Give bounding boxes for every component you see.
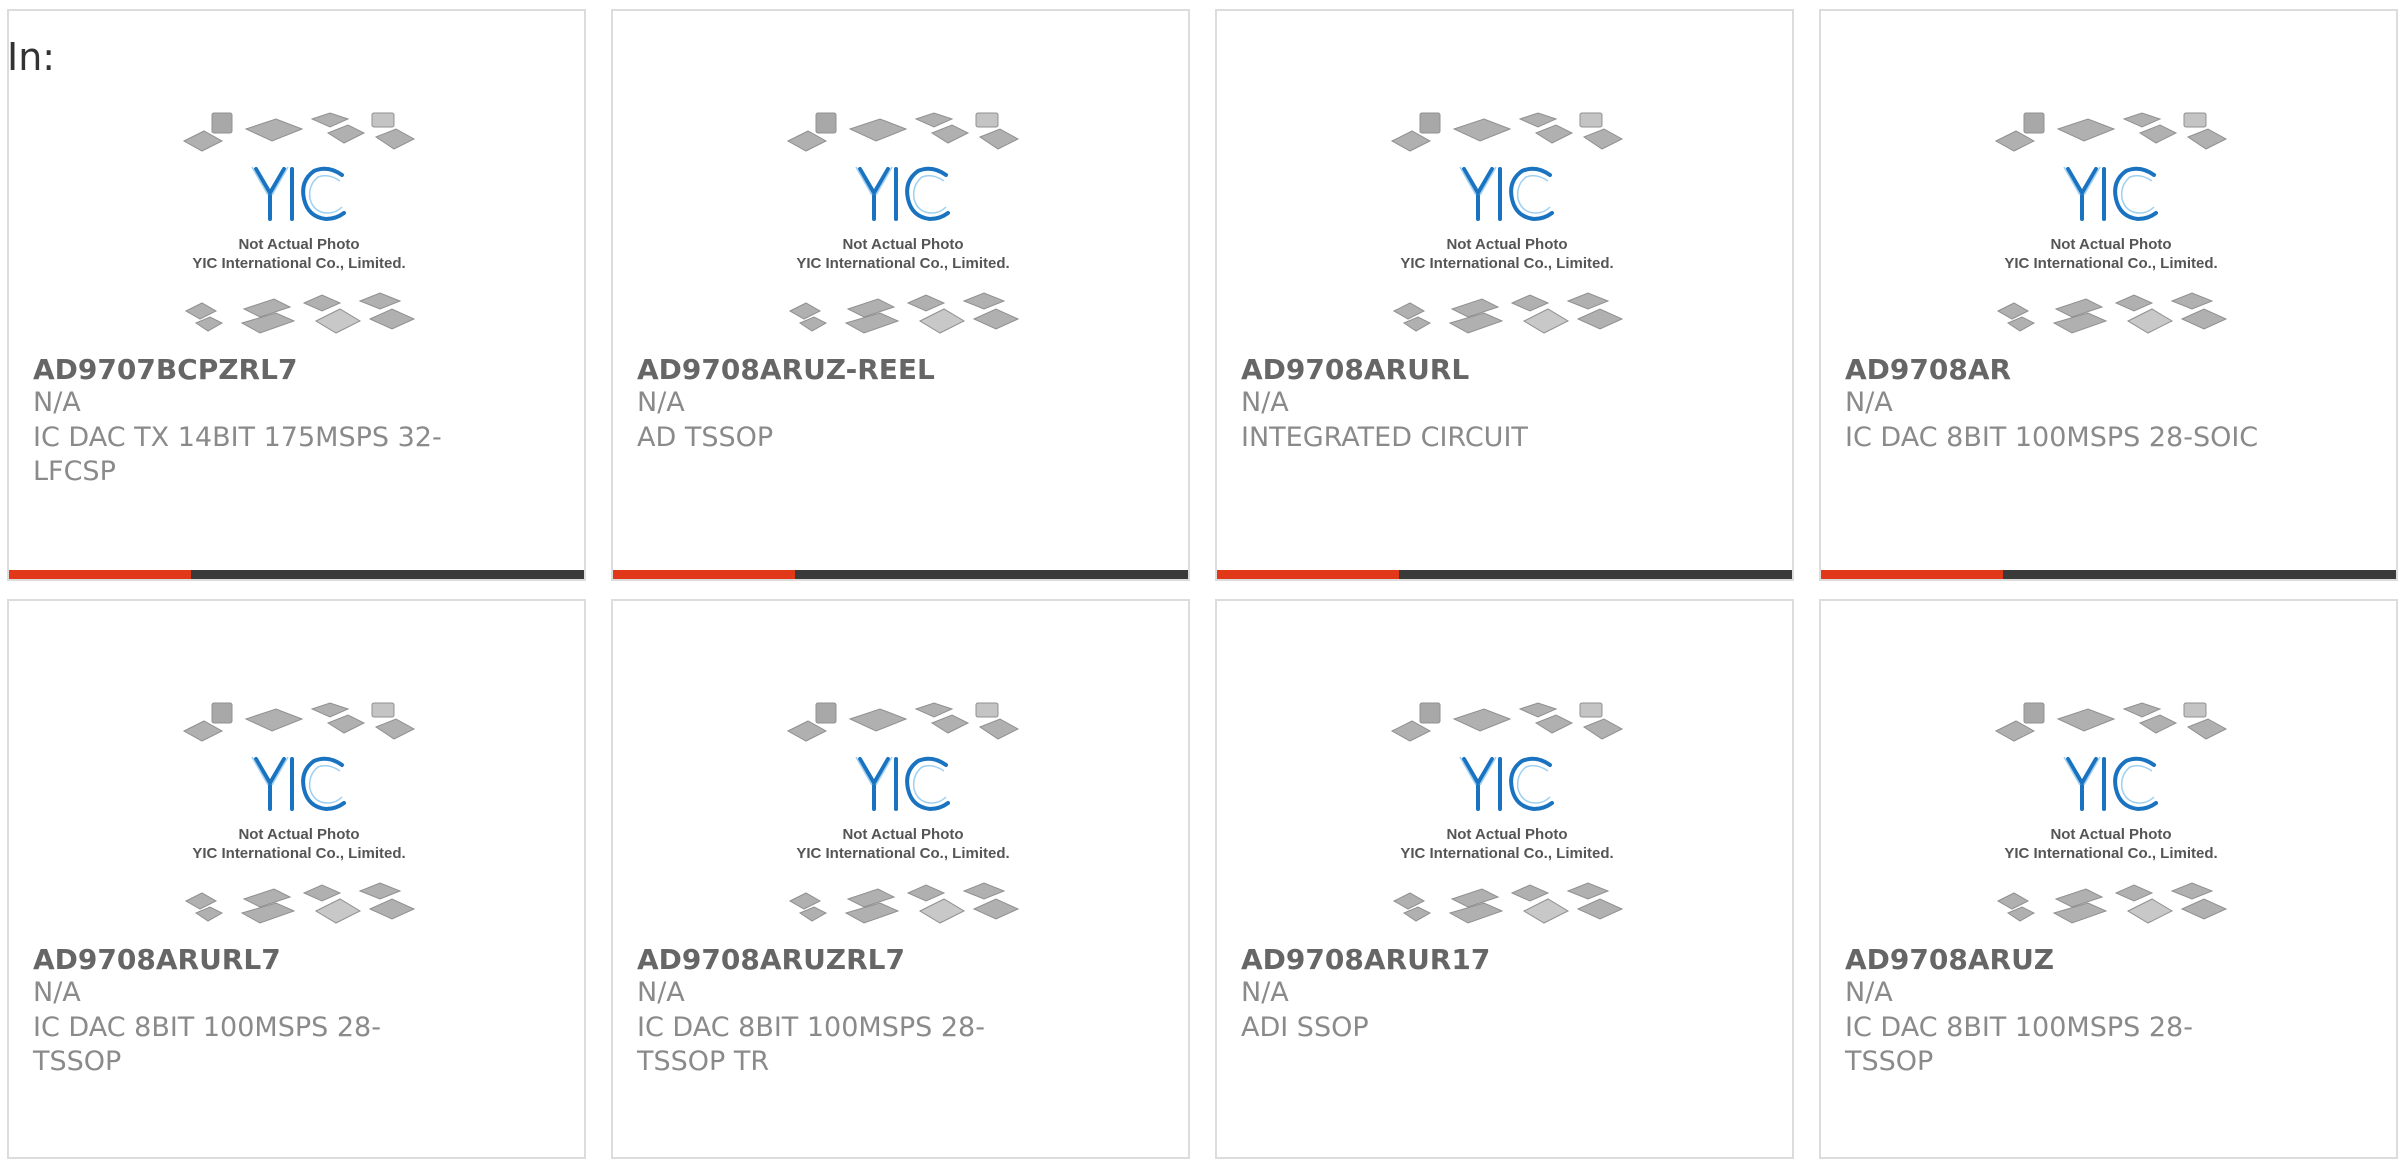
product-placeholder-image: Not Actual Photo YIC International Co., … — [164, 101, 434, 351]
svg-text:YIC International Co., Limited: YIC International Co., Limited. — [1400, 845, 1613, 862]
manufacturer: N/A — [637, 387, 685, 418]
product-placeholder-image: Not Actual Photo YIC International Co., … — [1372, 101, 1642, 351]
manufacturer: N/A — [1241, 977, 1289, 1008]
product-card[interactable]: Not Actual Photo YIC International Co., … — [7, 9, 586, 581]
description: ADI SSOP — [1241, 1012, 1369, 1043]
part-number[interactable]: AD9708ARUZRL7 — [637, 943, 905, 976]
card-bottom-bar — [1217, 570, 1792, 579]
part-number[interactable]: AD9708AR — [1845, 353, 2011, 386]
part-number[interactable]: AD9708ARUR17 — [1241, 943, 1490, 976]
manufacturer: N/A — [637, 977, 685, 1008]
product-card[interactable]: Not Actual Photo YIC International Co., … — [611, 9, 1190, 581]
part-number[interactable]: AD9708ARUZ-REEL — [637, 353, 935, 386]
part-number[interactable]: AD9708ARUZ — [1845, 943, 2054, 976]
svg-text:YIC International Co., Limited: YIC International Co., Limited. — [796, 255, 1009, 272]
svg-text:Not Actual Photo: Not Actual Photo — [842, 236, 963, 253]
manufacturer: N/A — [33, 387, 81, 418]
card-bottom-bar — [613, 570, 1188, 579]
svg-text:Not Actual Photo: Not Actual Photo — [238, 236, 359, 253]
svg-text:YIC International Co., Limited: YIC International Co., Limited. — [2004, 845, 2217, 862]
product-card[interactable]: Not Actual Photo YIC International Co., … — [1215, 599, 1794, 1159]
product-placeholder-image: Not Actual Photo YIC International Co., … — [164, 691, 434, 941]
product-placeholder-image: Not Actual Photo YIC International Co., … — [1372, 691, 1642, 941]
description: IC DAC 8BIT 100MSPS 28-TSSOP TR — [637, 1012, 985, 1077]
svg-text:Not Actual Photo: Not Actual Photo — [1446, 236, 1567, 253]
product-card[interactable]: Not Actual Photo YIC International Co., … — [1819, 9, 2398, 581]
svg-text:YIC International Co., Limited: YIC International Co., Limited. — [1400, 255, 1613, 272]
part-number[interactable]: AD9708ARURL7 — [33, 943, 281, 976]
manufacturer: N/A — [1845, 387, 1893, 418]
svg-text:YIC International Co., Limited: YIC International Co., Limited. — [2004, 255, 2217, 272]
svg-text:Not Actual Photo: Not Actual Photo — [238, 826, 359, 843]
svg-text:Not Actual Photo: Not Actual Photo — [842, 826, 963, 843]
filter-label: In: — [7, 35, 56, 79]
manufacturer: N/A — [33, 977, 81, 1008]
product-card[interactable]: Not Actual Photo YIC International Co., … — [1215, 9, 1794, 581]
part-number[interactable]: AD9708ARURL — [1241, 353, 1469, 386]
svg-text:Not Actual Photo: Not Actual Photo — [2050, 826, 2171, 843]
product-placeholder-image: Not Actual Photo YIC International Co., … — [768, 691, 1038, 941]
description: IC DAC 8BIT 100MSPS 28-TSSOP — [1845, 1012, 2193, 1077]
product-placeholder-image: Not Actual Photo YIC International Co., … — [1976, 691, 2246, 941]
description: AD TSSOP — [637, 422, 774, 453]
svg-text:Not Actual Photo: Not Actual Photo — [2050, 236, 2171, 253]
manufacturer: N/A — [1241, 387, 1289, 418]
description: IC DAC 8BIT 100MSPS 28-SOIC — [1845, 422, 2259, 453]
part-number[interactable]: AD9707BCPZRL7 — [33, 353, 297, 386]
product-card[interactable]: Not Actual Photo YIC International Co., … — [611, 599, 1190, 1159]
svg-text:YIC International Co., Limited: YIC International Co., Limited. — [192, 845, 405, 862]
product-placeholder-image: Not Actual Photo YIC International Co., … — [1976, 101, 2246, 351]
product-card[interactable]: Not Actual Photo YIC International Co., … — [1819, 599, 2398, 1159]
product-placeholder-image: Not Actual Photo YIC International Co., … — [768, 101, 1038, 351]
manufacturer: N/A — [1845, 977, 1893, 1008]
card-bottom-bar — [1821, 570, 2396, 579]
product-card[interactable]: Not Actual Photo YIC International Co., … — [7, 599, 586, 1159]
description: INTEGRATED CIRCUIT — [1241, 422, 1528, 453]
description: IC DAC TX 14BIT 175MSPS 32-LFCSP — [33, 422, 442, 487]
description: IC DAC 8BIT 100MSPS 28-TSSOP — [33, 1012, 381, 1077]
svg-text:YIC International Co., Limited: YIC International Co., Limited. — [796, 845, 1009, 862]
svg-text:YIC International Co., Limited: YIC International Co., Limited. — [192, 255, 405, 272]
svg-text:Not Actual Photo: Not Actual Photo — [1446, 826, 1567, 843]
card-bottom-bar — [9, 570, 584, 579]
